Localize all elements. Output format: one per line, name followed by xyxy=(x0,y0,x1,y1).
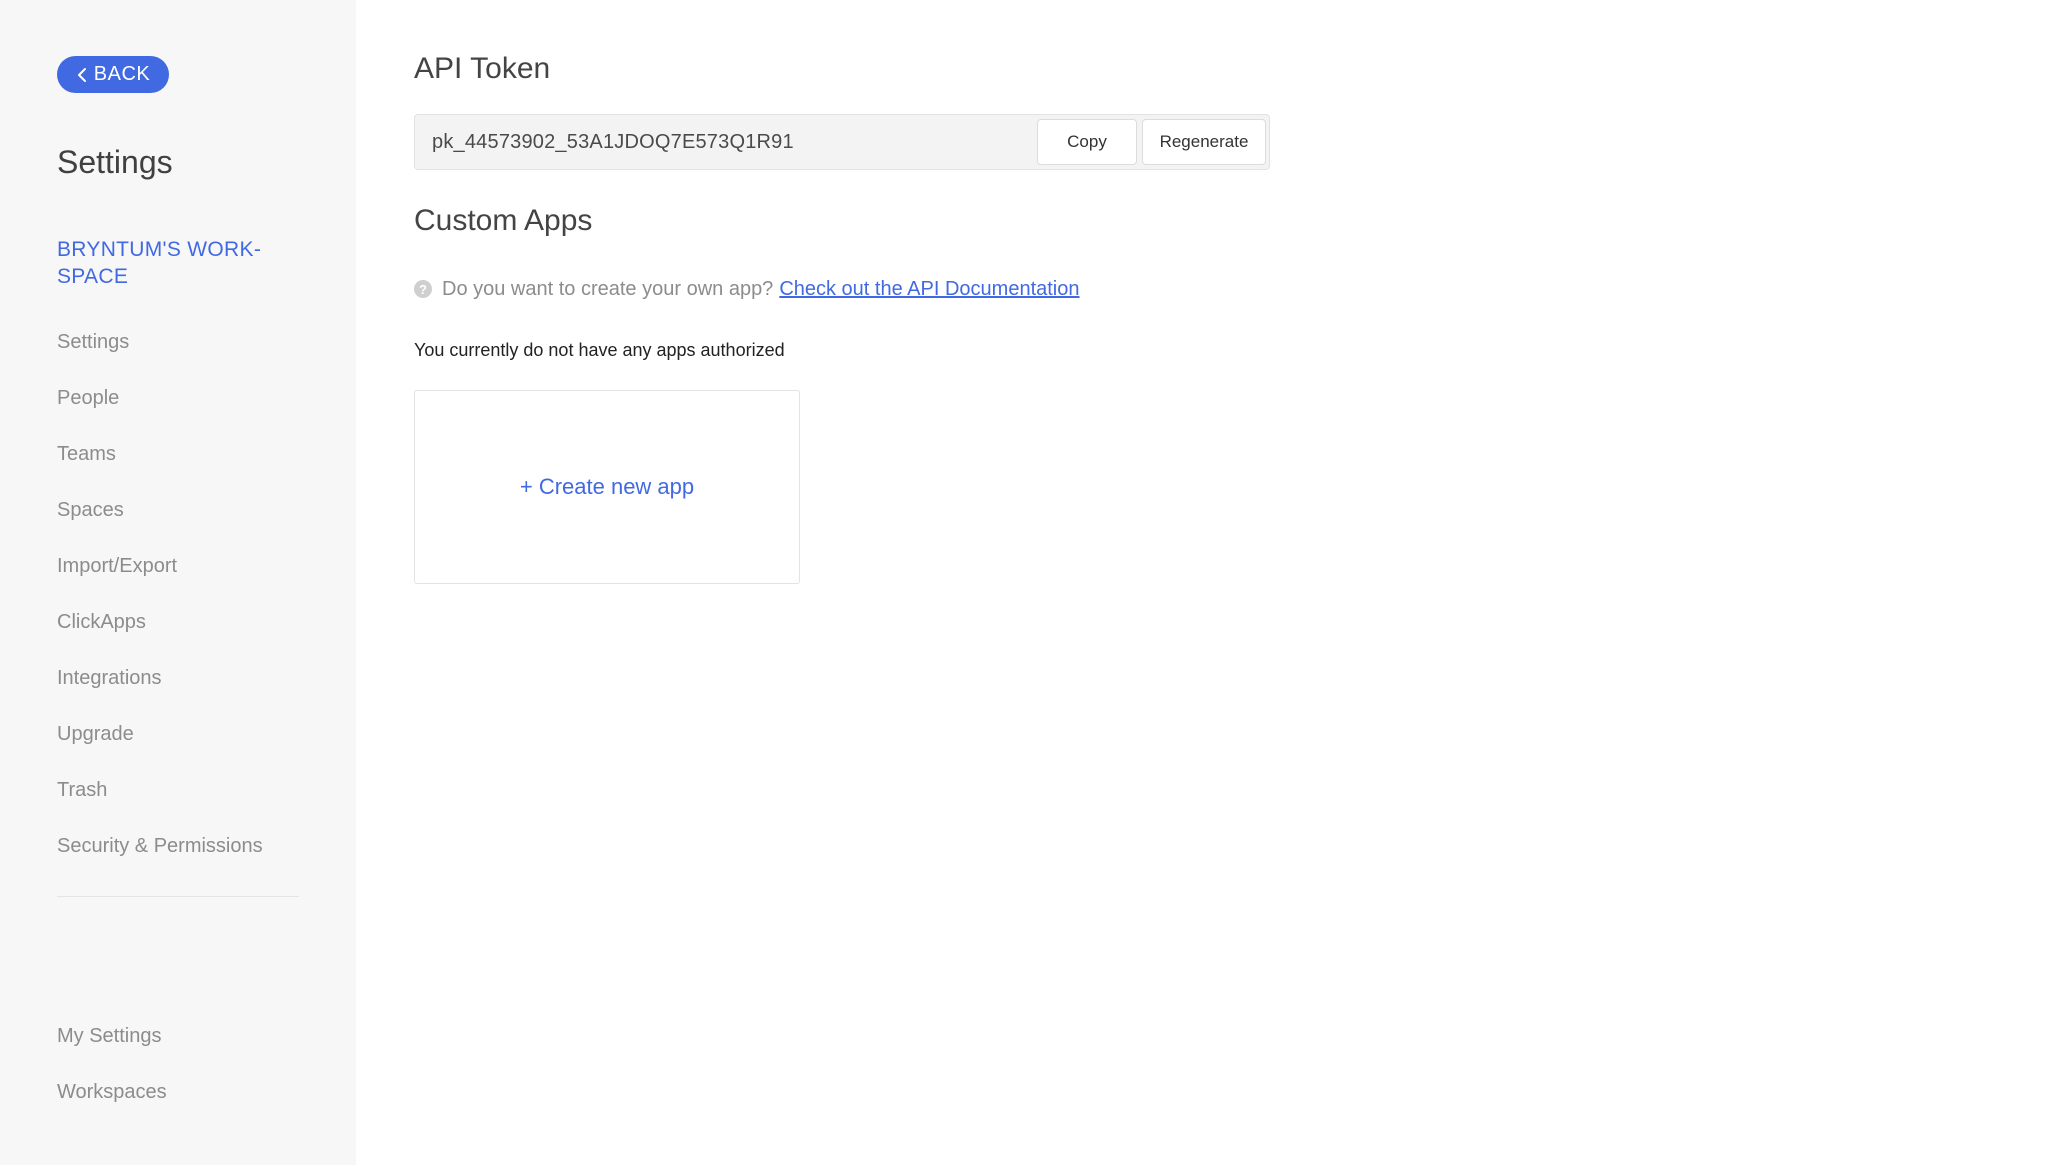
back-button-label: BACK xyxy=(93,63,151,85)
sidebar-item-security-permissions[interactable]: Security & Permissions xyxy=(57,826,327,882)
sidebar-item-my-settings[interactable]: My Settings xyxy=(57,1016,327,1072)
sidebar-item-upgrade[interactable]: Upgrade xyxy=(57,714,327,770)
help-line: ? Do you want to create your own app? Ch… xyxy=(414,274,1080,304)
workspace-name[interactable]: BRYNTUM'S WORK- SPACE xyxy=(57,236,297,290)
sidebar-item-clickapps[interactable]: ClickApps xyxy=(57,602,327,658)
sidebar-divider xyxy=(57,896,299,897)
sidebar-item-settings[interactable]: Settings xyxy=(57,322,327,378)
empty-apps-message: You currently do not have any apps autho… xyxy=(414,340,785,360)
sidebar-item-trash[interactable]: Trash xyxy=(57,770,327,826)
copy-button[interactable]: Copy xyxy=(1037,119,1137,165)
regenerate-button[interactable]: Regenerate xyxy=(1142,119,1266,165)
api-token-value[interactable]: pk_44573902_53A1JDOQ7E573Q1R91 xyxy=(432,115,794,169)
custom-apps-title: Custom Apps xyxy=(414,204,593,237)
create-new-app-label: + Create new app xyxy=(519,474,695,499)
question-circle-icon: ? xyxy=(414,280,432,298)
main-content: API Token pk_44573902_53A1JDOQ7E573Q1R91… xyxy=(356,0,2048,1165)
sidebar: BACK Settings BRYNTUM'S WORK- SPACE Sett… xyxy=(0,0,356,1165)
create-new-app-card[interactable]: + Create new app xyxy=(414,390,800,584)
sidebar-nav-bottom: My Settings Workspaces xyxy=(57,1016,327,1128)
sidebar-item-people[interactable]: People xyxy=(57,378,327,434)
sidebar-item-import-export[interactable]: Import/Export xyxy=(57,546,327,602)
sidebar-item-workspaces[interactable]: Workspaces xyxy=(57,1072,327,1128)
api-documentation-link[interactable]: Check out the API Documentation xyxy=(779,278,1079,301)
sidebar-item-spaces[interactable]: Spaces xyxy=(57,490,327,546)
sidebar-item-integrations[interactable]: Integrations xyxy=(57,658,327,714)
back-button[interactable]: BACK xyxy=(57,56,169,93)
chevron-left-icon xyxy=(76,67,88,83)
sidebar-nav: Settings People Teams Spaces Import/Expo… xyxy=(57,322,327,882)
settings-app: BACK Settings BRYNTUM'S WORK- SPACE Sett… xyxy=(0,0,2048,1165)
help-text: Do you want to create your own app? xyxy=(442,277,774,300)
api-token-title: API Token xyxy=(414,52,551,85)
sidebar-item-teams[interactable]: Teams xyxy=(57,434,327,490)
sidebar-title: Settings xyxy=(57,144,173,180)
api-token-box: pk_44573902_53A1JDOQ7E573Q1R91 Copy Rege… xyxy=(414,114,1270,170)
